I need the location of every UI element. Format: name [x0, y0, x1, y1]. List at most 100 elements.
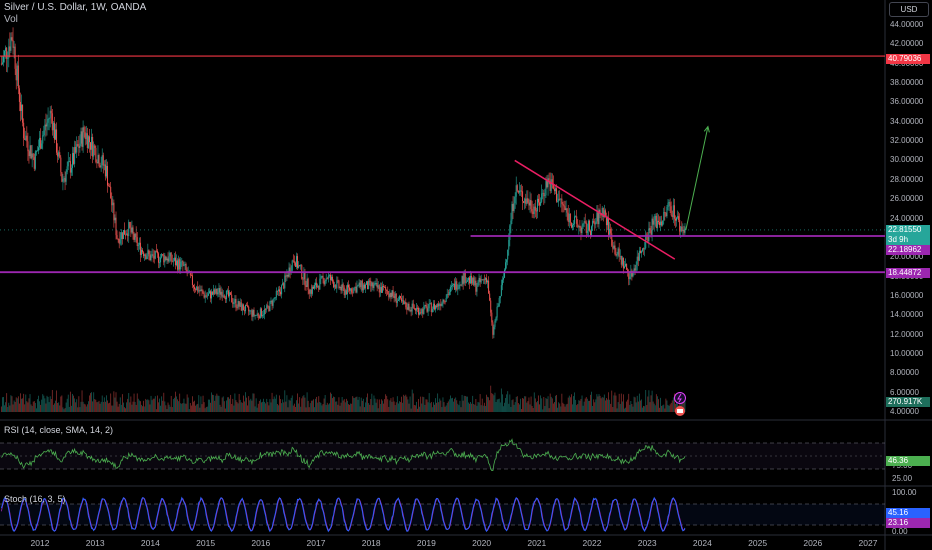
volume-bar: [587, 400, 589, 412]
candle-body: [504, 269, 506, 278]
volume-bar: [172, 399, 174, 412]
candle-body: [228, 290, 230, 297]
candle-body: [183, 264, 185, 266]
candle-body: [217, 292, 219, 295]
candle-body: [311, 286, 313, 294]
candle-body: [222, 295, 224, 297]
candle-body: [597, 212, 599, 225]
candle-body: [163, 254, 165, 263]
volume-bar: [482, 405, 484, 412]
candle-body: [323, 278, 325, 285]
candle-body: [0, 63, 2, 65]
volume-bar: [424, 404, 426, 412]
candle-body: [596, 212, 598, 222]
volume-bar: [204, 408, 206, 412]
candle-body: [27, 141, 29, 152]
candle-body: [406, 307, 408, 310]
volume-bar: [575, 399, 577, 412]
candle-body: [138, 242, 140, 245]
volume-bar: [77, 407, 79, 412]
candle-body: [229, 292, 231, 297]
volume-bar: [480, 405, 482, 412]
volume-bar: [117, 406, 119, 412]
volume-bar: [71, 405, 72, 412]
chart-canvas[interactable]: [0, 0, 932, 550]
volume-bar: [614, 392, 616, 412]
volume-bar: [376, 399, 378, 412]
candle-body: [151, 254, 153, 256]
candle-body: [586, 230, 588, 233]
candle-body: [678, 216, 680, 221]
volume-bar: [543, 396, 545, 412]
volume-bar: [338, 397, 340, 412]
volume-bar: [116, 401, 118, 412]
candle-body: [665, 212, 667, 217]
volume-bar: [320, 402, 322, 412]
candle-body: [674, 218, 676, 221]
volume-bar: [233, 405, 235, 412]
volume-bar: [326, 402, 328, 412]
candle-body: [440, 304, 442, 306]
candle-body: [394, 293, 396, 299]
candle-body: [540, 201, 542, 206]
volume-bar: [423, 397, 425, 412]
volume-bar: [557, 407, 559, 412]
candle-body: [226, 290, 228, 292]
volume-bar: [355, 396, 357, 412]
volume-bar: [528, 397, 530, 412]
rsi-label[interactable]: RSI (14, close, SMA, 14, 2): [4, 425, 113, 435]
candle-body: [511, 203, 513, 221]
volume-bar: [15, 397, 17, 412]
candle-body: [502, 277, 504, 280]
volume-bar: [439, 398, 441, 412]
candle-body: [453, 283, 455, 285]
volume-bar: [7, 407, 9, 412]
candle-body: [245, 304, 247, 312]
candle-body: [443, 299, 445, 302]
candle-body: [396, 300, 398, 303]
volume-bar: [630, 400, 632, 412]
volume-bar: [591, 391, 592, 412]
volume-bar: [384, 399, 385, 412]
volume-bar: [385, 394, 387, 412]
volume-bar: [271, 392, 273, 412]
volume-bar: [386, 395, 388, 412]
volume-bar: [655, 394, 657, 412]
candle-body: [588, 220, 590, 231]
volume-bar: [418, 399, 419, 412]
volume-bar: [202, 395, 204, 412]
volume-bar: [322, 404, 324, 412]
candle-body: [162, 254, 164, 255]
volume-bar: [98, 400, 100, 412]
volume-bar: [75, 402, 77, 412]
candle-body: [554, 188, 556, 192]
candle-body: [524, 198, 526, 203]
volume-bar: [14, 401, 16, 412]
candle-body: [7, 57, 9, 59]
volume-bar: [177, 399, 178, 412]
candle-body: [70, 167, 72, 173]
price-tick: 32.00000: [890, 136, 924, 146]
volume-bar: [461, 394, 463, 412]
volume-bar: [180, 403, 182, 412]
candle-body: [404, 302, 406, 305]
volume-bar: [238, 393, 240, 412]
candle-body: [553, 188, 555, 192]
volume-bar: [27, 402, 29, 412]
candle-body: [350, 288, 352, 291]
volume-bar: [347, 400, 348, 412]
candle-body: [80, 131, 82, 144]
candle-body: [616, 254, 618, 256]
candle-body: [368, 280, 370, 290]
volume-bar: [339, 405, 341, 412]
stoch-label[interactable]: Stoch (16, 3, 5): [4, 494, 66, 504]
volume-bar: [13, 400, 15, 412]
volume-bar: [504, 402, 505, 412]
volume-bar: [548, 408, 550, 412]
volume-bar: [126, 402, 128, 412]
volume-bar: [99, 403, 101, 412]
symbol-title[interactable]: Silver / U.S. Dollar, 1W, OANDA: [4, 2, 146, 13]
currency-button[interactable]: USD: [889, 2, 929, 17]
candle-body: [494, 320, 496, 327]
candle-body: [361, 280, 363, 291]
